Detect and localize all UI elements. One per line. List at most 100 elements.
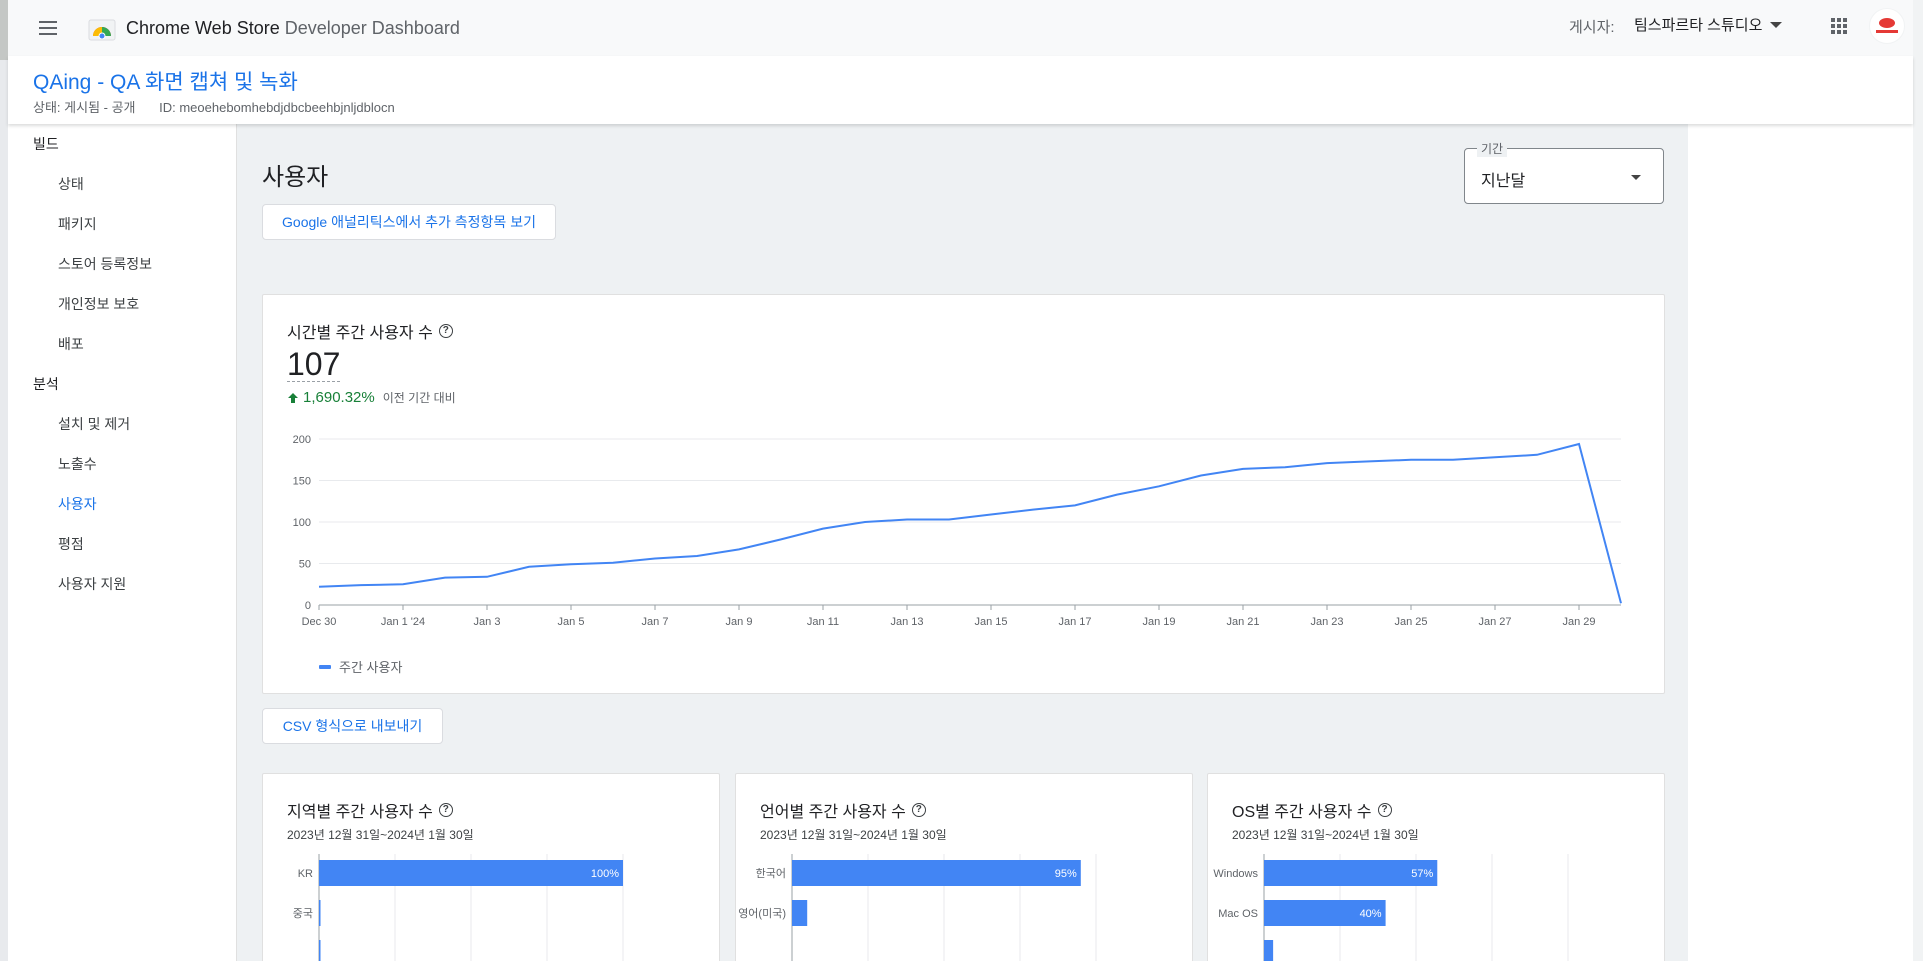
y-tick-label: 150 — [293, 476, 311, 488]
x-tick-label: Jan 13 — [890, 616, 923, 628]
x-tick-label: Jan 9 — [726, 616, 753, 628]
bar-category-label: Windows — [1213, 868, 1258, 880]
y-tick-label: 50 — [299, 559, 311, 571]
left-scrollbar-thumb[interactable] — [0, 0, 8, 60]
sidebar-item-store-listing[interactable]: 스토어 등록정보 — [8, 244, 236, 284]
chevron-down-icon — [1770, 21, 1783, 28]
bar-value-label: 57% — [1411, 868, 1433, 880]
region-card-date-range: 2023년 12월 31일~2024년 1월 30일 — [287, 828, 474, 842]
help-icon[interactable]: ? — [438, 803, 453, 817]
sidebar-item-privacy[interactable]: 개인정보 보호 — [8, 284, 236, 324]
weekly-users-card-title: 시간별 주간 사용자 수 ? — [287, 319, 453, 343]
bar-category-label: 영어(미국) — [738, 907, 786, 920]
os-card-title-text: OS별 주간 사용자 수 — [1232, 804, 1372, 821]
item-title[interactable]: QAing - QA 화면 캡쳐 및 녹화 — [33, 66, 298, 96]
region-card-title-text: 지역별 주간 사용자 수 — [287, 804, 433, 821]
period-select[interactable]: 기간 지난달 — [1464, 140, 1664, 204]
x-tick-label: Jan 1 '24 — [381, 616, 425, 628]
hamburger-menu-button[interactable] — [28, 8, 68, 48]
help-icon[interactable]: ? — [911, 803, 926, 817]
publisher-name: 팀스파르타 스튜디오 — [1634, 17, 1763, 34]
bar — [1264, 940, 1274, 961]
language-users-card: 언어별 주간 사용자 수 ? 2023년 12월 31일~2024년 1월 30… — [735, 773, 1193, 961]
x-tick-label: Jan 7 — [642, 616, 669, 628]
google-apps-icon[interactable] — [1827, 14, 1851, 38]
bar — [792, 860, 1081, 886]
sidebar-item-package[interactable]: 패키지 — [8, 204, 236, 244]
legend-label: 주간 사용자 — [339, 660, 403, 675]
sidebar-section-build: 빌드 — [33, 136, 59, 152]
weekly-users-line-chart: 0 50 100 150 200 Dec 30 Jan 1 '24 Jan 3 Jan 5 Jan… — [293, 434, 1622, 628]
sidebar-item-support[interactable]: 사용자 지원 — [8, 564, 236, 604]
bar-category-label: Mac OS — [1218, 908, 1258, 920]
sidebar-item-ratings[interactable]: 평점 — [8, 524, 236, 564]
language-card-date-range: 2023년 12월 31일~2024년 1월 30일 — [760, 828, 947, 842]
item-header: QAing - QA 화면 캡쳐 및 녹화 상태: 게시됨 - 공개 ID: m… — [8, 56, 1913, 124]
x-tick-label: Jan 29 — [1562, 616, 1595, 628]
region-users-card: 지역별 주간 사용자 수 ? 2023년 12월 31일~2024년 1월 30… — [262, 773, 720, 961]
x-tick-label: Jan 27 — [1478, 616, 1511, 628]
weekly-users-total[interactable]: 107 — [287, 347, 341, 382]
help-icon[interactable]: ? — [438, 324, 453, 338]
sidebar-item-installs[interactable]: 설치 및 제거 — [8, 404, 236, 444]
bar — [319, 940, 321, 961]
item-id: ID: meoehebomhebdjdbcbeehbjnljdblocn — [159, 100, 395, 115]
x-tick-label: Jan 3 — [474, 616, 501, 628]
bar-category-label: 중국 — [293, 908, 313, 920]
region-bar-chart: KR 100% 중국 — [293, 854, 624, 961]
sidebar-item-impressions[interactable]: 노출수 — [8, 444, 236, 484]
y-tick-label: 0 — [305, 600, 311, 612]
language-bar-chart: 한국어 95% 영어(미국) — [738, 854, 1097, 961]
os-card-title: OS별 주간 사용자 수 ? — [1232, 798, 1392, 822]
publisher-label: 게시자: — [1569, 19, 1615, 36]
x-tick-label: Jan 21 — [1226, 616, 1259, 628]
chart-legend: 주간 사용자 — [319, 657, 402, 676]
bar-value-label: 100% — [591, 868, 619, 880]
sidebar-item-distribution[interactable]: 배포 — [8, 324, 236, 364]
weekly-users-card: 시간별 주간 사용자 수 ? 107 1,690.32% 이전 기간 대비 0 5… — [262, 294, 1665, 694]
app-title: Chrome Web Store Developer Dashboard — [126, 18, 460, 39]
weekly-users-delta: 1,690.32% 이전 기간 대비 — [287, 389, 456, 406]
series-line-weekly-users — [318, 442, 1622, 604]
csv-export-button[interactable]: CSV 형식으로 내보내기 — [262, 708, 443, 744]
google-analytics-button[interactable]: Google 애널리틱스에서 추가 측정항목 보기 — [262, 204, 556, 240]
delta-note: 이전 기간 대비 — [382, 391, 456, 405]
x-tick-label: Jan 25 — [1394, 616, 1427, 628]
bar — [792, 900, 808, 926]
legend-swatch — [319, 664, 331, 669]
dropdown-arrow-icon — [1631, 175, 1641, 180]
app-title-brand: Chrome Web Store — [126, 17, 280, 38]
x-tick-label: Jan 17 — [1058, 616, 1091, 628]
main-content: 사용자 Google 애널리틱스에서 추가 측정항목 보기 기간 지난달 시간별… — [237, 124, 1688, 961]
right-margin — [1688, 124, 1913, 961]
os-bar-chart: Windows 57% Mac OS 40% — [1213, 854, 1569, 961]
language-card-title: 언어별 주간 사용자 수 ? — [760, 798, 926, 822]
period-label: 기간 — [1477, 140, 1508, 157]
avatar-logo-icon — [1876, 18, 1898, 33]
y-tick-label: 200 — [293, 434, 311, 446]
bar — [319, 900, 321, 926]
bar-category-label: 한국어 — [756, 867, 786, 880]
x-tick-label: Jan 5 — [558, 616, 585, 628]
arrow-up-icon — [288, 392, 298, 403]
sidebar-item-status[interactable]: 상태 — [8, 164, 236, 204]
x-tick-label: Dec 30 — [302, 616, 337, 628]
bar-value-label: 95% — [1055, 868, 1077, 880]
sidebar-section-analytics: 분석 — [33, 376, 59, 392]
page-scrollbar[interactable] — [1913, 0, 1923, 961]
sidebar-item-users[interactable]: 사용자 — [8, 484, 236, 524]
y-tick-label: 100 — [293, 517, 311, 529]
top-app-bar: Chrome Web Store Developer Dashboard — [8, 0, 1913, 56]
bar — [319, 860, 623, 886]
weekly-users-title-text: 시간별 주간 사용자 수 — [287, 325, 433, 342]
item-meta: 상태: 게시됨 - 공개 ID: meoehebomhebdjdbcbeehbj… — [33, 97, 395, 116]
help-icon[interactable]: ? — [1377, 803, 1392, 817]
bar-category-label: KR — [298, 868, 313, 880]
account-avatar[interactable] — [1869, 8, 1905, 44]
period-value: 지난달 — [1481, 173, 1526, 190]
left-scrollbar[interactable] — [0, 0, 8, 961]
sidebar-nav: 빌드 상태 패키지 스토어 등록정보 개인정보 보호 배포 분석 설치 및 제거… — [8, 124, 237, 961]
menu-icon — [39, 21, 57, 35]
delta-value: 1,690.32% — [303, 389, 375, 406]
publisher-selector[interactable]: 팀스파르타 스튜디오 — [1634, 14, 1783, 35]
